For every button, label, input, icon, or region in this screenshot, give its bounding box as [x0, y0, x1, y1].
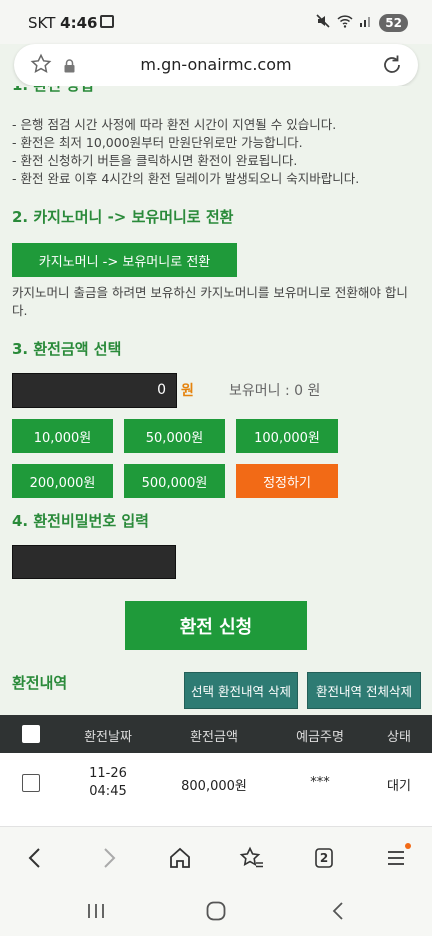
holding-money: 보유머니 : 0 원: [229, 380, 320, 400]
bookmarks-icon[interactable]: [237, 843, 267, 873]
status-icons: 52: [315, 13, 408, 33]
reload-icon[interactable]: [380, 53, 404, 81]
history-title: 환전내역: [12, 674, 68, 692]
row-time: 04:45: [89, 784, 127, 799]
amount-button-10000[interactable]: 10,000원: [12, 419, 113, 453]
holding-unit: 원: [303, 383, 321, 399]
section4-title: 4. 환전비밀번호 입력: [12, 512, 149, 530]
row-holder: ***: [310, 775, 330, 790]
convert-money-button[interactable]: 카지노머니 -> 보유머니로 전환: [12, 243, 237, 277]
url-text[interactable]: m.gn-onairmc.com: [14, 55, 418, 74]
notice-item: - 환전 신청하기 버튼을 클릭하시면 환전이 완료됩니다.: [12, 153, 298, 168]
notification-dot: [405, 843, 411, 849]
submit-withdraw-button[interactable]: 환전 신청: [125, 601, 307, 650]
system-home-icon[interactable]: [201, 898, 231, 924]
mute-icon: [315, 13, 331, 33]
forward-icon[interactable]: [94, 843, 124, 873]
tabs-count: 2: [319, 851, 329, 865]
row-status: 대기: [387, 779, 411, 794]
system-nav-bar: [0, 888, 432, 936]
withdraw-password-input[interactable]: [12, 545, 176, 579]
holding-label: 보유머니 :: [229, 383, 295, 399]
currency-unit: 원: [181, 383, 194, 399]
col-date: 환전날짜: [84, 730, 132, 745]
system-back-icon[interactable]: [323, 898, 353, 924]
delete-all-history-button[interactable]: 환전내역 전체삭제: [307, 672, 421, 709]
home-icon[interactable]: [165, 843, 195, 873]
section1-title: 1. 환전 방법: [12, 86, 94, 95]
amount-button-500000[interactable]: 500,000원: [124, 464, 225, 498]
history-table-header: 환전날짜 환전금액 예금주명 상태: [0, 715, 432, 753]
notice-item: - 환전 완료 이후 4시간의 환전 딜레이가 발생되오니 숙지바랍니다.: [12, 171, 360, 186]
holding-value: 0: [294, 383, 304, 399]
row-amount: 800,000원: [181, 779, 247, 794]
back-icon[interactable]: [20, 843, 50, 873]
page-content: 1. 환전 방법 - 은행 점검 시간 사정에 따라 환전 시간이 지연될 수 …: [0, 86, 432, 826]
battery-indicator: 52: [379, 14, 408, 32]
tabs-icon[interactable]: 2: [309, 843, 339, 873]
address-bar[interactable]: m.gn-onairmc.com: [14, 44, 418, 86]
browser-bottom-nav: 2: [0, 826, 432, 888]
reset-amount-button[interactable]: 정정하기: [236, 464, 338, 498]
delete-selected-history-button[interactable]: 선택 환전내역 삭제: [184, 672, 298, 709]
amount-button-100000[interactable]: 100,000원: [236, 419, 338, 453]
section3-title: 3. 환전금액 선택: [12, 340, 122, 358]
menu-icon[interactable]: [381, 843, 411, 873]
signal-icon: [359, 14, 373, 32]
row-date: 11-26: [89, 766, 127, 781]
select-all-checkbox[interactable]: [22, 725, 40, 743]
status-bar: SKT 4:46 52: [0, 0, 432, 44]
wifi-icon: [337, 14, 353, 32]
notice-item: - 환전은 최저 10,000원부터 만원단위로만 가능합니다.: [12, 135, 303, 150]
notice-item: - 은행 점검 시간 사정에 따라 환전 시간이 지연될 수 있습니다.: [12, 117, 337, 132]
row-datetime: 11-26 04:45: [89, 765, 127, 801]
amount-input[interactable]: 0: [12, 373, 177, 408]
amount-button-50000[interactable]: 50,000원: [124, 419, 225, 453]
convert-description: 카지노머니 출금을 하려면 보유하신 카지노머니를 보유머니로 전환해야 합니다…: [12, 285, 408, 318]
row-checkbox[interactable]: [22, 774, 40, 792]
amount-value: 0: [157, 382, 166, 398]
status-carrier-time: SKT 4:46: [28, 14, 97, 32]
amount-button-200000[interactable]: 200,000원: [12, 464, 113, 498]
table-row: 11-26 04:45 800,000원 *** 대기: [0, 753, 432, 826]
screenshot-icon: [100, 15, 114, 28]
notice-list: - 은행 점검 시간 사정에 따라 환전 시간이 지연될 수 있습니다. - 환…: [12, 116, 359, 188]
clock: 4:46: [60, 14, 98, 32]
col-status: 상태: [387, 730, 411, 745]
col-holder: 예금주명: [296, 730, 344, 745]
section2-title: 2. 카지노머니 -> 보유머니로 전환: [12, 208, 234, 226]
recent-apps-icon[interactable]: [81, 898, 111, 924]
carrier-label: SKT: [28, 14, 56, 32]
col-amount: 환전금액: [190, 730, 238, 745]
